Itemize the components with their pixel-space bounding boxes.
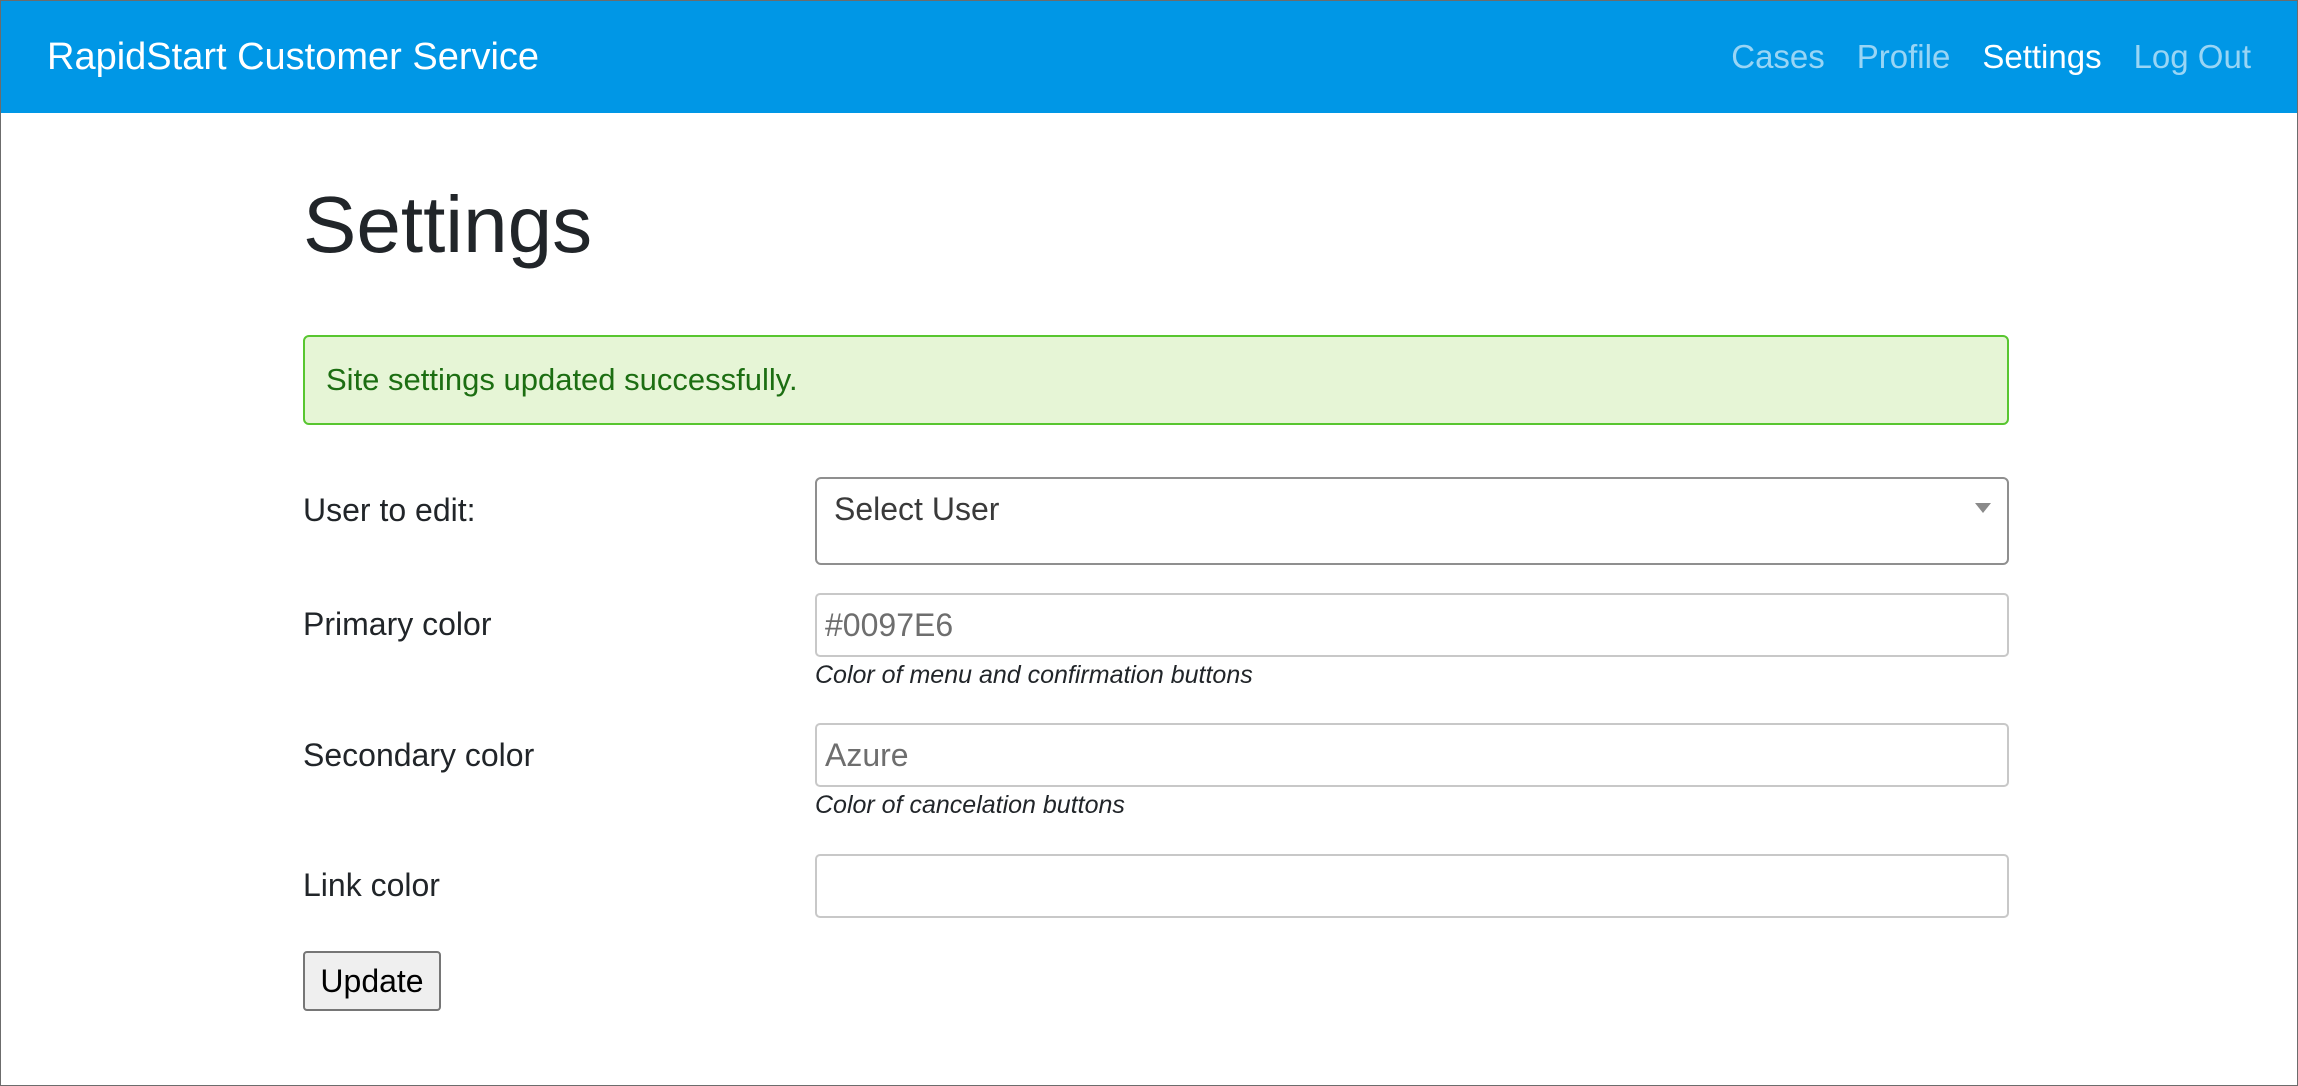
browser-page: RapidStart Customer Service Cases Profil… — [0, 0, 2298, 1086]
secondary-color-help: Color of cancelation buttons — [815, 791, 1125, 819]
success-alert: Site settings updated successfully. — [303, 335, 2009, 425]
user-select-value: Select User — [834, 491, 1000, 527]
nav-link-log-out[interactable]: Log Out — [2134, 35, 2251, 79]
user-select[interactable]: Select User — [815, 477, 2009, 565]
nav-link-profile[interactable]: Profile — [1857, 35, 1951, 79]
link-color-input[interactable] — [815, 854, 2009, 918]
secondary-color-input[interactable] — [815, 723, 2009, 787]
user-to-edit-label: User to edit: — [303, 492, 476, 528]
nav-link-cases[interactable]: Cases — [1731, 35, 1825, 79]
nav-link-settings[interactable]: Settings — [1982, 35, 2101, 79]
update-button[interactable]: Update — [303, 951, 441, 1011]
secondary-color-label: Secondary color — [303, 737, 535, 773]
brand-title[interactable]: RapidStart Customer Service — [47, 35, 539, 79]
chevron-down-icon — [1975, 503, 1991, 513]
primary-color-label: Primary color — [303, 606, 492, 642]
link-color-label: Link color — [303, 867, 440, 903]
top-navbar: RapidStart Customer Service Cases Profil… — [1, 1, 2297, 113]
primary-color-input[interactable] — [815, 593, 2009, 657]
page-title: Settings — [303, 180, 593, 269]
nav-links: Cases Profile Settings Log Out — [1731, 35, 2251, 79]
primary-color-help: Color of menu and confirmation buttons — [815, 661, 1253, 689]
